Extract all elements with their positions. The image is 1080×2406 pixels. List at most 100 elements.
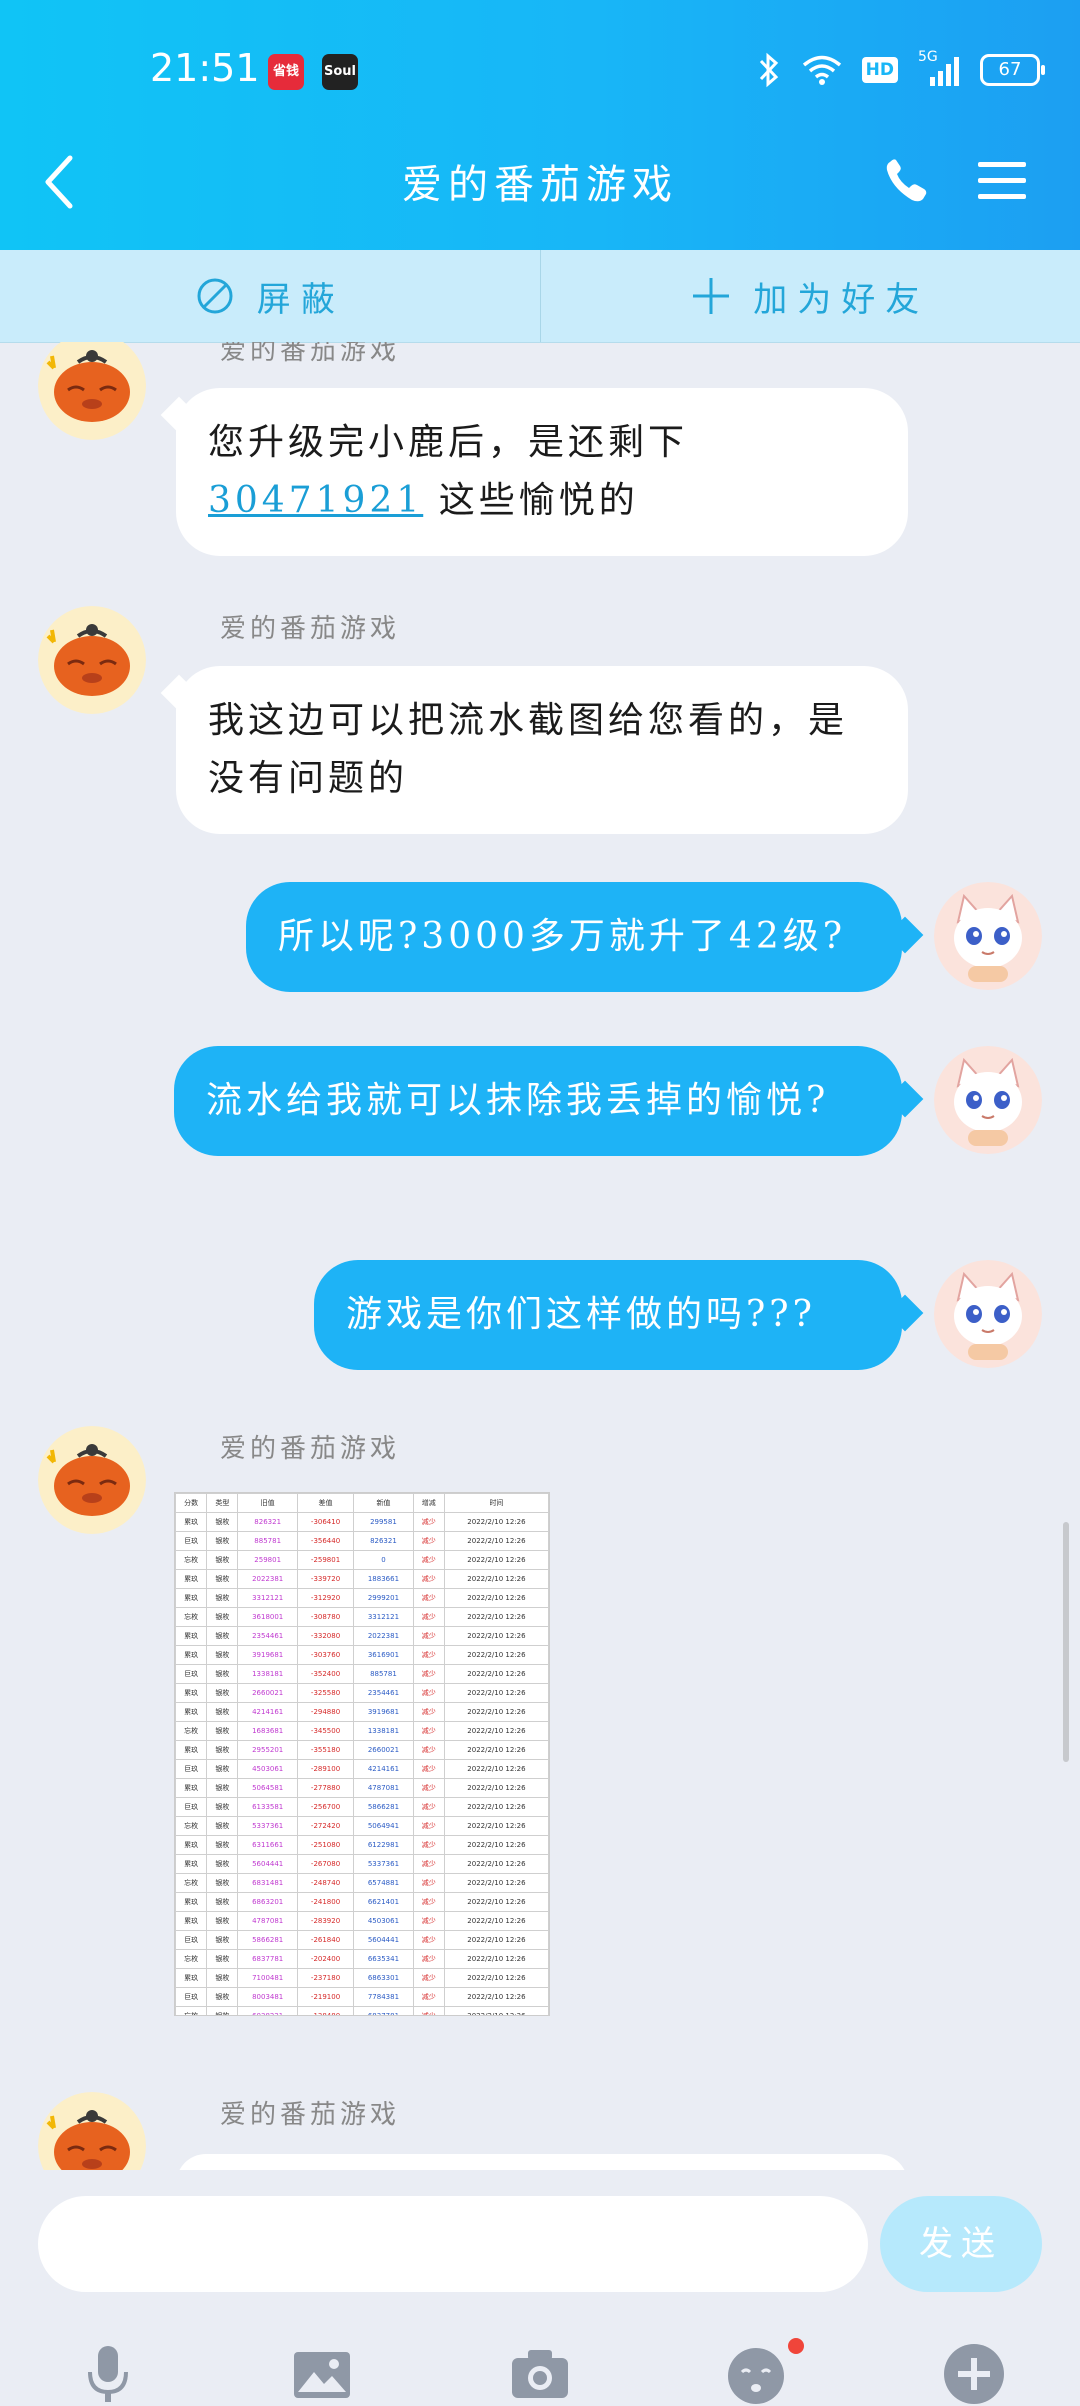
spreadsheet-cell: 2022/2/10 12:26: [444, 1608, 548, 1627]
cat-avatar[interactable]: [934, 1046, 1042, 1154]
spreadsheet-cell: 3919681: [354, 1703, 413, 1722]
spreadsheet-cell: 银枚: [207, 1760, 238, 1779]
sender-name: 爱的番茄游戏: [220, 608, 400, 645]
spreadsheet-cell: 6038221: [238, 2007, 297, 2017]
spreadsheet-cell: 巨玖: [176, 1798, 207, 1817]
spreadsheet-cell: 累玖: [176, 1513, 207, 1532]
spreadsheet-cell: 2660021: [238, 1684, 297, 1703]
spreadsheet-cell: 6122981: [354, 1836, 413, 1855]
spreadsheet-cell: 2022/2/10 12:26: [444, 1684, 548, 1703]
spreadsheet-cell: 银枚: [207, 1722, 238, 1741]
chat-area[interactable]: 爱的番茄游戏 您升级完小鹿后，是还剩下 30471921 这些愉悦的 爱的番茄游…: [0, 342, 1080, 2170]
spreadsheet-cell: 1338181: [238, 1665, 297, 1684]
spreadsheet-cell: 累玖: [176, 1893, 207, 1912]
message-bubble[interactable]: [176, 2154, 908, 2170]
spreadsheet-cell: 减少: [413, 1665, 444, 1684]
spreadsheet-header-cell: 分数: [176, 1494, 207, 1513]
status-icons: HD 5G 67: [756, 52, 1040, 88]
spreadsheet-cell: 1683681: [238, 1722, 297, 1741]
emoji-icon[interactable]: [724, 2342, 788, 2406]
tomato-avatar[interactable]: [38, 1426, 146, 1534]
spreadsheet-cell: 减少: [413, 1513, 444, 1532]
spreadsheet-cell: -261840: [297, 1931, 353, 1950]
spreadsheet-cell: 8003481: [238, 1988, 297, 2007]
spreadsheet-cell: 4503061: [238, 1760, 297, 1779]
image-icon[interactable]: [290, 2342, 354, 2406]
spreadsheet-cell: 银枚: [207, 1551, 238, 1570]
spreadsheet-row: 累玖银枚4214161-2948803919681减少2022/2/10 12:…: [176, 1703, 549, 1722]
top-bar: 21:51 省钱 Soul HD 5G 67 爱的番茄游戏: [0, 0, 1080, 250]
message-bubble[interactable]: 您升级完小鹿后，是还剩下 30471921 这些愉悦的: [176, 388, 908, 556]
spreadsheet-header-cell: 增减: [413, 1494, 444, 1513]
camera-icon[interactable]: [508, 2342, 572, 2406]
message-link[interactable]: 30471921: [208, 480, 423, 521]
spreadsheet-cell: 2022/2/10 12:26: [444, 1722, 548, 1741]
spreadsheet-cell: -356440: [297, 1532, 353, 1551]
hamburger-menu-icon[interactable]: [976, 158, 1028, 204]
spreadsheet-cell: 259801: [238, 1551, 297, 1570]
spreadsheet-cell: 1338181: [354, 1722, 413, 1741]
spreadsheet-cell: 4787081: [238, 1912, 297, 1931]
message-bubble[interactable]: 我这边可以把流水截图给您看的，是没有问题的: [176, 666, 908, 834]
spreadsheet-cell: 826321: [238, 1513, 297, 1532]
spreadsheet-cell: 巨玖: [176, 1931, 207, 1950]
spreadsheet-cell: -294880: [297, 1703, 353, 1722]
spreadsheet-cell: 累玖: [176, 1912, 207, 1931]
spreadsheet-row: 累玖银枚4787081-2839204503061减少2022/2/10 12:…: [176, 1912, 549, 1931]
spreadsheet-cell: 2022/2/10 12:26: [444, 1931, 548, 1950]
spreadsheet-cell: -306410: [297, 1513, 353, 1532]
spreadsheet-cell: 2022/2/10 12:26: [444, 1855, 548, 1874]
spreadsheet-cell: 4214161: [238, 1703, 297, 1722]
spreadsheet-row: 累玖银枚5604441-2670805337361减少2022/2/10 12:…: [176, 1855, 549, 1874]
block-button[interactable]: 屏蔽: [0, 250, 540, 342]
message-input[interactable]: [38, 2196, 868, 2292]
spreadsheet-header-cell: 类型: [207, 1494, 238, 1513]
spreadsheet-cell: 银枚: [207, 1912, 238, 1931]
spreadsheet-cell: 5064941: [354, 1817, 413, 1836]
spreadsheet-image[interactable]: 分数 类型 旧值 差值 新值 增减 时间 累玖银枚826321-30641029…: [174, 1492, 550, 2016]
tomato-avatar[interactable]: [38, 342, 146, 440]
spreadsheet-cell: 2022/2/10 12:26: [444, 1703, 548, 1722]
spreadsheet-cell: 5064581: [238, 1779, 297, 1798]
chat-scrollbar[interactable]: [1063, 1522, 1069, 1762]
spreadsheet-cell: 3618001: [238, 1608, 297, 1627]
microphone-icon[interactable]: [76, 2342, 140, 2406]
spreadsheet-row: 累玖银枚2354461-3320802022381减少2022/2/10 12:…: [176, 1627, 549, 1646]
message-bubble[interactable]: 流水给我就可以抹除我丢掉的愉悦?: [174, 1046, 902, 1156]
spreadsheet-cell: 巨玖: [176, 1665, 207, 1684]
spreadsheet-cell: 银枚: [207, 1608, 238, 1627]
plus-circle-icon[interactable]: [942, 2342, 1006, 2406]
spreadsheet-cell: 银枚: [207, 1798, 238, 1817]
message-text: 我这边可以把流水截图给您看的，是没有问题的: [208, 700, 848, 799]
spreadsheet-cell: 299581: [354, 1513, 413, 1532]
spreadsheet-cell: -339720: [297, 1570, 353, 1589]
spreadsheet-cell: 2022/2/10 12:26: [444, 1570, 548, 1589]
spreadsheet-cell: 6863301: [354, 1969, 413, 1988]
spreadsheet-cell: 4787081: [354, 1779, 413, 1798]
tomato-avatar[interactable]: [38, 2092, 146, 2170]
spreadsheet-cell: -303760: [297, 1646, 353, 1665]
cat-avatar[interactable]: [934, 882, 1042, 990]
spreadsheet-cell: 银枚: [207, 1893, 238, 1912]
phone-icon[interactable]: [882, 156, 932, 206]
spreadsheet-cell: 忘枚: [176, 1817, 207, 1836]
spreadsheet-cell: -355180: [297, 1741, 353, 1760]
cat-avatar[interactable]: [934, 1260, 1042, 1368]
message-bubble[interactable]: 游戏是你们这样做的吗???: [314, 1260, 902, 1370]
send-button[interactable]: 发送: [880, 2196, 1042, 2292]
spreadsheet-cell: 2022381: [238, 1570, 297, 1589]
spreadsheet-cell: 6837781: [354, 2007, 413, 2017]
spreadsheet-cell: 银枚: [207, 1684, 238, 1703]
add-friend-button[interactable]: 加为好友: [541, 250, 1080, 342]
spreadsheet-cell: 巨玖: [176, 1760, 207, 1779]
message-bubble[interactable]: 所以呢?3000多万就升了42级?: [246, 882, 902, 992]
spreadsheet-cell: 银枚: [207, 1665, 238, 1684]
tomato-avatar[interactable]: [38, 606, 146, 714]
spreadsheet-cell: 2022/2/10 12:26: [444, 1513, 548, 1532]
message-text: 流水给我就可以抹除我丢掉的愉悦?: [206, 1080, 829, 1121]
spreadsheet-cell: 累玖: [176, 1627, 207, 1646]
spreadsheet-cell: 累玖: [176, 1779, 207, 1798]
spreadsheet-cell: 减少: [413, 1817, 444, 1836]
add-friend-label: 加为好友: [753, 272, 929, 321]
spreadsheet-cell: 5337361: [238, 1817, 297, 1836]
